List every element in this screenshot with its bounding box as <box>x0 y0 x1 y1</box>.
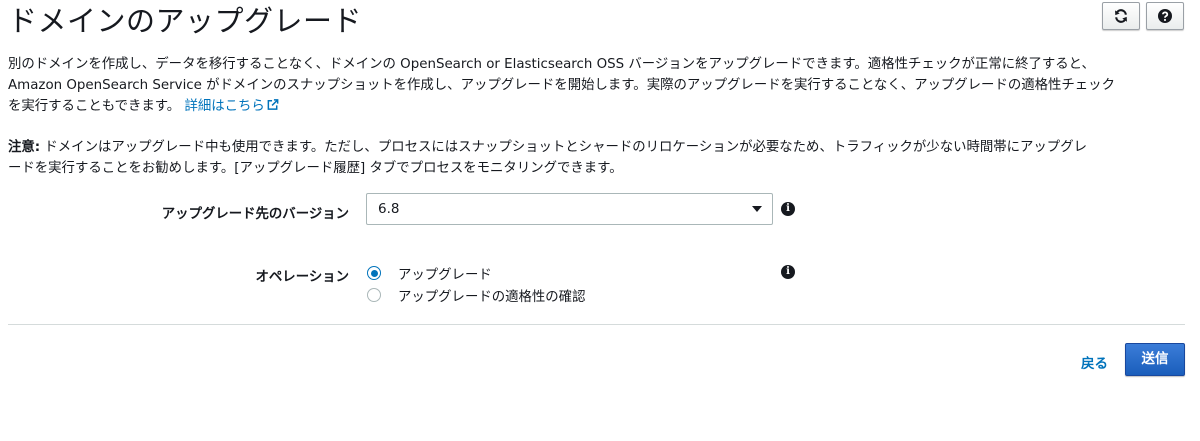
note-label: 注意: <box>8 140 41 155</box>
note-line-1-text: ドメインはアップグレード中も使用できます。ただし、プロセスにはスナップショットと… <box>40 140 1087 155</box>
version-select[interactable]: 6.8 <box>366 193 773 225</box>
description-line-3-text: を実行することもできます。 <box>8 99 181 114</box>
description-line-2: Amazon OpenSearch Service がドメインのスナップショット… <box>8 78 1115 93</box>
version-info-icon[interactable]: i <box>781 202 795 216</box>
description-line-1: 別のドメインを作成し、データを移行することなく、ドメインの OpenSearch… <box>8 57 1095 72</box>
radio-upgrade-label[interactable]: アップグレード <box>398 263 492 283</box>
radio-eligibility-check-label[interactable]: アップグレードの適格性の確認 <box>398 285 585 305</box>
operation-label: オペレーション <box>255 270 349 285</box>
help-button[interactable] <box>1146 2 1184 30</box>
radio-upgrade[interactable] <box>367 266 381 280</box>
note-line-2: ードを実行することをお勧めします。[アップグレード履歴] タブでプロセスをモニタ… <box>8 161 623 176</box>
description-line-3: を実行することもできます。 詳細はこちら <box>8 96 1188 117</box>
version-select-value: 6.8 <box>378 201 400 217</box>
learn-more-link[interactable]: 詳細はこちら <box>184 99 279 114</box>
note-line-1: 注意: ドメインはアップグレード中も使用できます。ただし、プロセスにはスナップシ… <box>8 137 1188 158</box>
divider <box>8 324 1185 325</box>
external-link-icon <box>267 99 279 110</box>
refresh-button[interactable] <box>1102 2 1140 30</box>
page-title: ドメインのアップグレード <box>8 4 363 38</box>
caret-down-icon <box>752 206 762 212</box>
learn-more-label: 詳細はこちら <box>184 99 265 114</box>
back-button[interactable]: 戻る <box>1081 352 1108 372</box>
header-actions <box>1102 2 1184 30</box>
description: 別のドメインを作成し、データを移行することなく、ドメインの OpenSearch… <box>8 54 1188 117</box>
help-icon <box>1158 9 1172 23</box>
version-label: アップグレード先のバージョン <box>161 207 349 222</box>
radio-eligibility-check[interactable] <box>367 288 381 302</box>
submit-button[interactable]: 送信 <box>1125 343 1185 376</box>
note: 注意: ドメインはアップグレード中も使用できます。ただし、プロセスにはスナップシ… <box>8 137 1188 179</box>
operation-info-icon[interactable]: i <box>781 265 795 279</box>
refresh-icon <box>1115 9 1127 23</box>
